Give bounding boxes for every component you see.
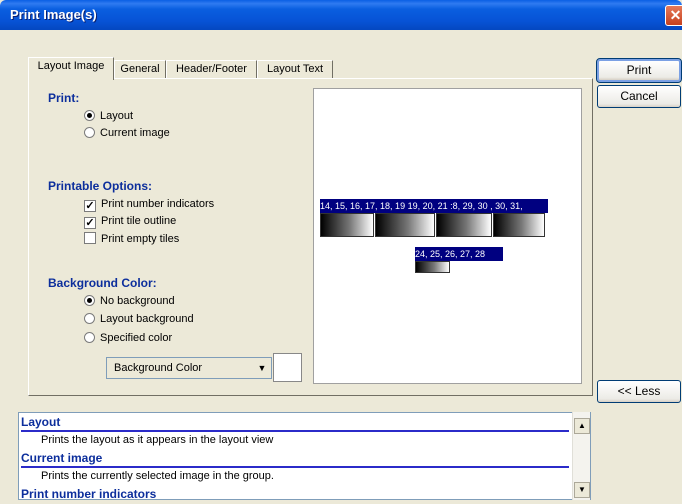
cancel-button[interactable]: Cancel — [597, 85, 681, 108]
radio-icon — [84, 295, 95, 306]
checkbox-icon — [84, 232, 96, 244]
radio-icon — [84, 313, 95, 324]
tab-layout-image[interactable]: Layout Image — [28, 57, 114, 80]
printable-options-label: Printable Options: — [48, 179, 153, 193]
tile-number-strip: 24, 25, 26, 27, 28 — [415, 247, 503, 261]
option-label: Print empty tiles — [101, 233, 180, 245]
option-label: Layout — [100, 110, 134, 122]
checkbox-print-number-indicators[interactable]: ✓ Print number indicators — [84, 197, 215, 212]
preview-tile — [375, 213, 435, 237]
tab-label: Layout Text — [266, 63, 324, 75]
option-label: Current image — [100, 127, 170, 139]
checkbox-checked-icon: ✓ — [84, 217, 96, 229]
help-panel: Layout Prints the layout as it appears i… — [18, 412, 591, 500]
radio-icon — [84, 127, 95, 138]
radio-no-background[interactable]: No background — [84, 294, 175, 308]
radio-icon — [84, 110, 95, 121]
option-label: Layout background — [100, 313, 194, 325]
tab-layout-text[interactable]: Layout Text — [257, 60, 333, 79]
print-button[interactable]: Print — [596, 58, 682, 83]
help-heading-print-number-indicators: Print number indicators — [21, 487, 157, 500]
radio-specified-color[interactable]: Specified color — [84, 331, 172, 345]
tab-header-footer[interactable]: Header/Footer — [166, 60, 257, 79]
radio-layout[interactable]: Layout — [84, 109, 133, 123]
tab-label: Layout Image — [37, 60, 105, 72]
radio-current-image[interactable]: Current image — [84, 126, 170, 140]
tile-number-label: 24, 25, 26, 27, 28 — [415, 249, 486, 259]
dropdown-value: Background Color — [114, 362, 203, 374]
tab-general[interactable]: General — [114, 60, 166, 79]
radio-layout-background[interactable]: Layout background — [84, 312, 194, 326]
close-button[interactable]: ✕ — [665, 5, 682, 26]
scroll-down-icon[interactable]: ▼ — [574, 482, 590, 498]
layout-preview: 14, 15, 16, 17, 18, 19 19, 20, 21 :8, 29… — [313, 88, 582, 384]
tile-number-strip: 14, 15, 16, 17, 18, 19 19, 20, 21 :8, 29… — [320, 199, 548, 213]
option-label: Print tile outline — [101, 215, 177, 227]
tab-label: General — [120, 63, 160, 75]
background-color-dropdown[interactable]: Background Color ▼ — [106, 357, 272, 379]
window-title: Print Image(s) — [10, 7, 97, 22]
checkbox-checked-icon: ✓ — [84, 200, 96, 212]
preview-tile — [436, 213, 492, 237]
help-heading-current-image: Current image — [21, 451, 569, 468]
less-button[interactable]: << Less — [597, 380, 681, 403]
help-text-current-image: Prints the currently selected image in t… — [41, 470, 274, 482]
help-scrollbar[interactable]: ▲ ▼ — [572, 412, 590, 500]
tile-number-label: 14, 15, 16, 17, 18, 19 19, 20, 21 :8, 29… — [320, 201, 523, 211]
dropdown-arrow-icon[interactable]: ▼ — [255, 360, 269, 376]
help-heading-layout: Layout — [21, 415, 569, 432]
checkbox-print-empty-tiles[interactable]: Print empty tiles — [84, 232, 179, 246]
color-swatch[interactable] — [273, 353, 302, 382]
option-label: Specified color — [100, 332, 173, 344]
title-bar: Print Image(s) ✕ — [0, 0, 682, 30]
radio-icon — [84, 332, 95, 343]
option-label: Print number indicators — [101, 198, 215, 210]
scroll-up-icon[interactable]: ▲ — [574, 418, 590, 434]
help-text-layout: Prints the layout as it appears in the l… — [41, 434, 274, 446]
background-color-label: Background Color: — [48, 276, 157, 290]
preview-tile — [493, 213, 545, 237]
preview-tile — [415, 261, 450, 273]
checkbox-print-tile-outline[interactable]: ✓ Print tile outline — [84, 214, 177, 229]
print-section-label: Print: — [48, 91, 80, 105]
option-label: No background — [100, 295, 175, 307]
tab-label: Header/Footer — [176, 63, 247, 75]
close-icon: ✕ — [669, 7, 682, 23]
preview-tile — [320, 213, 374, 237]
